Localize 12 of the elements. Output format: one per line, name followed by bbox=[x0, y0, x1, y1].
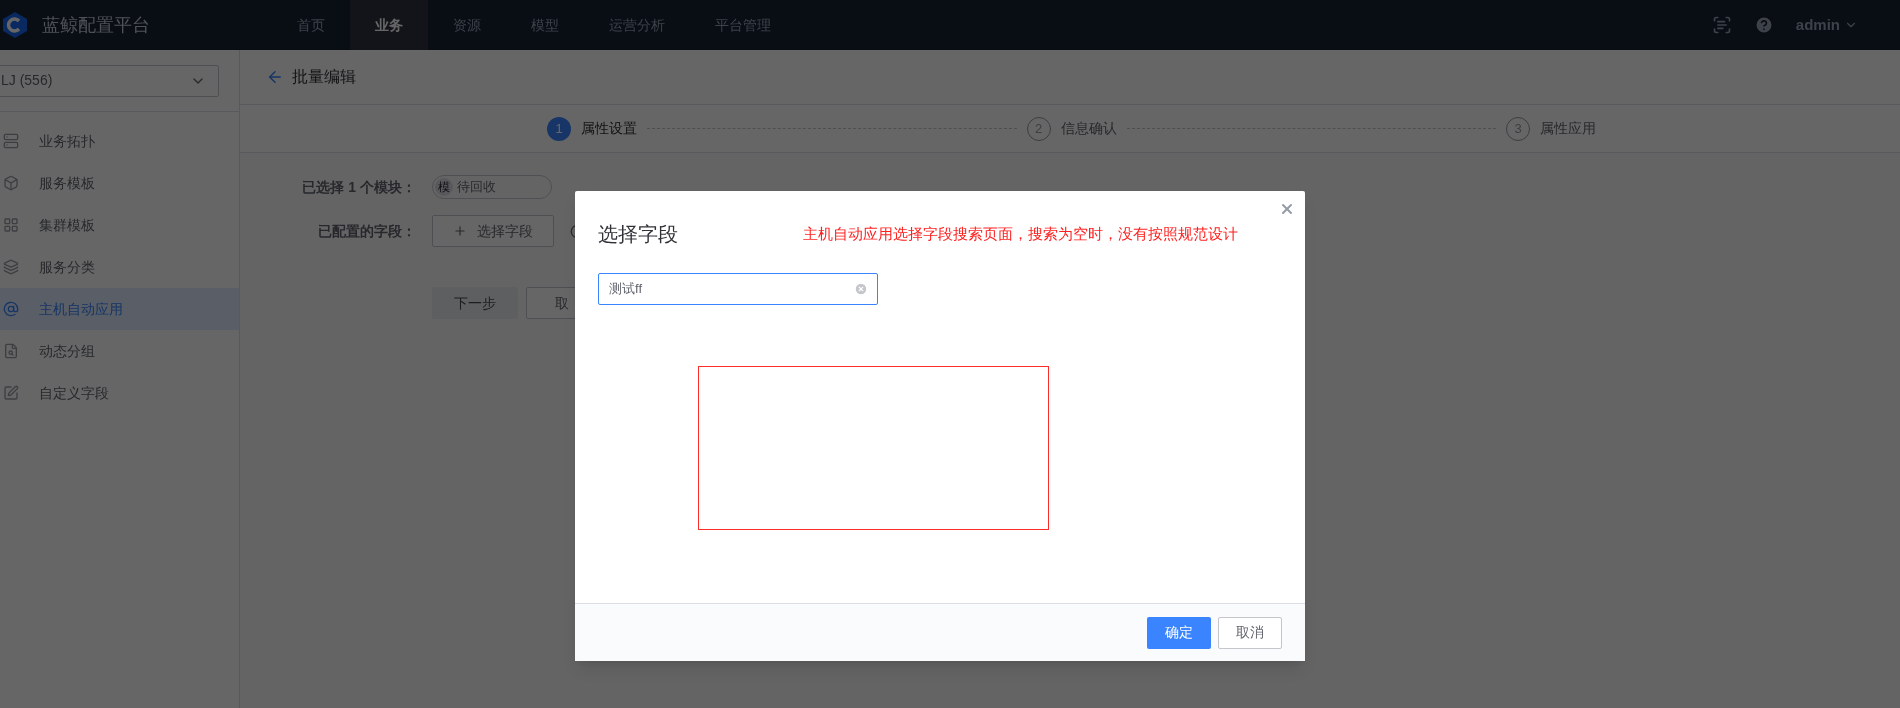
step-number: 1 bbox=[547, 116, 571, 141]
dialog-title: 选择字段 bbox=[598, 222, 679, 247]
module-badge: 模 bbox=[435, 178, 453, 196]
field-label: 已配置的字段： bbox=[317, 221, 416, 241]
step-label: 信息确认 bbox=[1060, 119, 1117, 138]
step-label: 属性应用 bbox=[1540, 119, 1596, 138]
module-name: 待回收 bbox=[457, 178, 496, 197]
annotation-note: 主机自动应用选择字段搜索页面，搜索为空时，没有按照规范设计 bbox=[803, 223, 1238, 244]
step-label: 属性设置 bbox=[581, 119, 637, 138]
brand-name: 蓝鲸配置平台 bbox=[42, 13, 150, 37]
page-title: 批量编辑 bbox=[292, 67, 356, 87]
field-label: 已选择 1 个模块： bbox=[301, 177, 416, 197]
